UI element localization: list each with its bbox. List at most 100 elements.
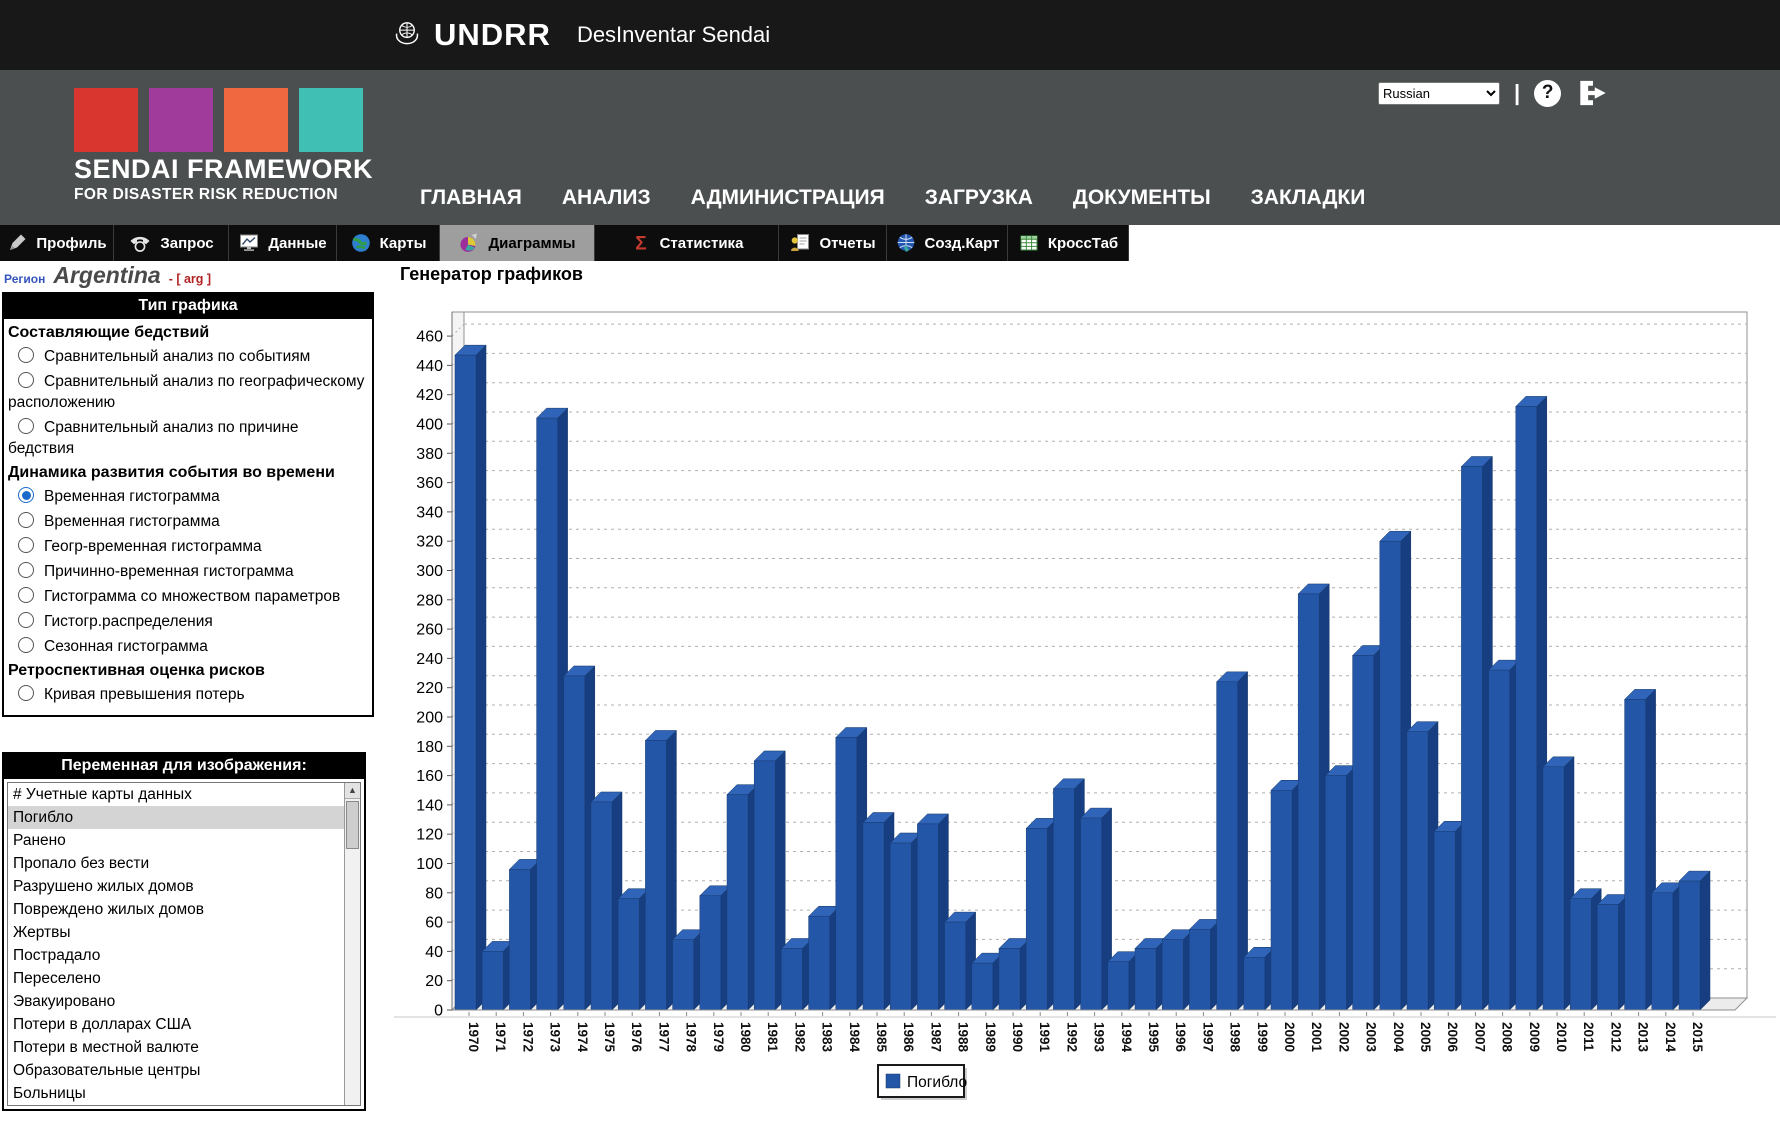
bar bbox=[1679, 881, 1700, 1010]
list-item[interactable]: Пропало без вести bbox=[8, 852, 344, 875]
list-item[interactable]: Потери в долларах США bbox=[8, 1013, 344, 1036]
tab-данные[interactable]: Данные bbox=[229, 225, 337, 261]
nav-item-4[interactable]: ЗАГРУЗКА bbox=[925, 186, 1033, 210]
radio-option[interactable]: Причинно-временная гистограмма bbox=[4, 559, 372, 584]
region-label: Регион bbox=[4, 272, 45, 286]
radio-option[interactable]: Гистогр.распределения bbox=[4, 609, 372, 634]
radio-option[interactable]: Сравнительный анализ по географическому … bbox=[4, 369, 372, 415]
bar bbox=[455, 355, 476, 1010]
x-tick-label: 1985 bbox=[874, 1022, 889, 1053]
list-item[interactable]: Повреждено жилых домов bbox=[8, 898, 344, 921]
list-item[interactable]: Переселено bbox=[8, 967, 344, 990]
nav-item-5[interactable]: ДОКУМЕНТЫ bbox=[1073, 186, 1211, 210]
tab-запрос[interactable]: Запрос bbox=[114, 225, 229, 261]
y-tick-label: 160 bbox=[416, 768, 443, 785]
crosstab-icon bbox=[1018, 232, 1040, 254]
radio-icon[interactable] bbox=[18, 347, 34, 363]
list-item[interactable]: Разрушено жилых домов bbox=[8, 875, 344, 898]
list-item[interactable]: Больницы bbox=[8, 1082, 344, 1105]
radio-label: Сезонная гистограмма bbox=[44, 638, 208, 655]
nav-item-2[interactable]: АНАЛИЗ bbox=[562, 186, 651, 210]
list-item[interactable]: Ранено bbox=[8, 829, 344, 852]
tab-label: Отчеты bbox=[819, 235, 875, 252]
x-tick-label: 2015 bbox=[1690, 1022, 1705, 1053]
x-tick-label: 1975 bbox=[602, 1022, 617, 1053]
radio-icon[interactable] bbox=[18, 418, 34, 434]
x-tick-label: 1980 bbox=[738, 1022, 753, 1052]
tab-кросстаб[interactable]: КроссТаб bbox=[1008, 225, 1129, 261]
bar bbox=[1597, 905, 1618, 1010]
radio-icon[interactable] bbox=[18, 372, 34, 388]
y-tick-label: 200 bbox=[416, 710, 443, 727]
radio-option[interactable]: Сравнительный анализ по причине бедствия bbox=[4, 415, 372, 461]
x-tick-label: 2000 bbox=[1282, 1022, 1297, 1052]
x-tick-label: 2009 bbox=[1527, 1022, 1542, 1052]
radio-icon[interactable] bbox=[18, 637, 34, 653]
x-tick-label: 2001 bbox=[1309, 1022, 1324, 1053]
tab-созд.карт[interactable]: Созд.Карт bbox=[887, 225, 1008, 261]
y-tick-label: 40 bbox=[425, 944, 443, 961]
bar bbox=[564, 676, 585, 1010]
radio-icon[interactable] bbox=[18, 562, 34, 578]
x-tick-label: 1979 bbox=[711, 1022, 726, 1052]
scrollbar[interactable]: ▲ bbox=[344, 783, 360, 1105]
nav-item-6[interactable]: ЗАКЛАДКИ bbox=[1251, 186, 1366, 210]
help-icon[interactable]: ? bbox=[1534, 80, 1561, 107]
sendai-logo-title: SENDAI FRAMEWORK bbox=[74, 154, 373, 185]
radio-option[interactable]: Временная гистограмма bbox=[4, 484, 372, 509]
radio-option[interactable]: Сезонная гистограмма bbox=[4, 634, 372, 659]
radio-option[interactable]: Временная гистограмма bbox=[4, 509, 372, 534]
nav-item-1[interactable]: ГЛАВНАЯ bbox=[420, 186, 522, 210]
bar bbox=[1298, 594, 1319, 1010]
tab-диаграммы[interactable]: Диаграммы bbox=[440, 225, 595, 261]
y-tick-label: 380 bbox=[416, 446, 443, 463]
query-icon bbox=[128, 232, 152, 254]
x-tick-label: 1981 bbox=[765, 1022, 780, 1053]
list-item[interactable]: Образовательные центры bbox=[8, 1059, 344, 1082]
x-tick-label: 2011 bbox=[1581, 1022, 1596, 1052]
radio-icon[interactable] bbox=[18, 512, 34, 528]
tab-карты[interactable]: Карты bbox=[337, 225, 440, 261]
radio-option[interactable]: Геогр-временная гистограмма bbox=[4, 534, 372, 559]
scrollbar-thumb[interactable] bbox=[346, 801, 359, 849]
radio-option[interactable]: Кривая превышения потерь bbox=[4, 682, 372, 707]
tab-label: Карты bbox=[380, 235, 427, 252]
radio-icon[interactable] bbox=[18, 587, 34, 603]
nav-item-3[interactable]: АДМИНИСТРАЦИЯ bbox=[691, 186, 885, 210]
list-item[interactable]: Эвакуировано bbox=[8, 990, 344, 1013]
variable-listbox: ▲ # Учетные карты данныхПогиблоРаненоПро… bbox=[7, 782, 361, 1106]
tab-профиль[interactable]: Профиль bbox=[0, 225, 114, 261]
maps-icon bbox=[350, 232, 372, 254]
radio-icon[interactable] bbox=[18, 685, 34, 701]
y-tick-label: 300 bbox=[416, 563, 443, 580]
language-select[interactable]: Russian bbox=[1378, 82, 1500, 105]
radio-icon[interactable] bbox=[18, 612, 34, 628]
sendai-logo-square-1 bbox=[74, 88, 138, 152]
list-item[interactable]: Потери в местной валюте bbox=[8, 1036, 344, 1059]
radio-label: Временная гистограмма bbox=[44, 488, 220, 505]
header-band: SENDAI FRAMEWORK FOR DISASTER RISK REDUC… bbox=[0, 70, 1780, 225]
tab-label: Запрос bbox=[160, 235, 213, 252]
x-tick-label: 1972 bbox=[520, 1022, 535, 1052]
radio-option[interactable]: Гистограмма со множеством параметров bbox=[4, 584, 372, 609]
list-item[interactable]: Погибло bbox=[8, 806, 344, 829]
radio-label: Геогр-временная гистограмма bbox=[44, 538, 262, 555]
list-item[interactable]: Пострадало bbox=[8, 944, 344, 967]
list-item[interactable]: Жертвы bbox=[8, 921, 344, 944]
separator: | bbox=[1514, 80, 1520, 106]
x-tick-label: 1984 bbox=[847, 1022, 862, 1053]
radio-option[interactable]: Сравнительный анализ по событиям bbox=[4, 344, 372, 369]
radio-icon[interactable] bbox=[18, 537, 34, 553]
radio-selected-icon[interactable] bbox=[18, 487, 34, 503]
radio-label: Сравнительный анализ по событиям bbox=[44, 348, 310, 365]
bar bbox=[537, 418, 558, 1010]
tab-статистика[interactable]: ΣСтатистика bbox=[595, 225, 779, 261]
bar bbox=[1407, 732, 1428, 1010]
scroll-up-icon[interactable]: ▲ bbox=[345, 783, 360, 799]
bar bbox=[1135, 948, 1156, 1010]
toolbar: Профиль Запрос Данные Карты ДиаграммыΣСтатис… bbox=[0, 225, 1780, 261]
logout-icon[interactable] bbox=[1575, 78, 1611, 108]
tab-отчеты[interactable]: Отчеты bbox=[779, 225, 887, 261]
list-item[interactable]: # Учетные карты данных bbox=[8, 783, 344, 806]
bar bbox=[673, 940, 694, 1010]
